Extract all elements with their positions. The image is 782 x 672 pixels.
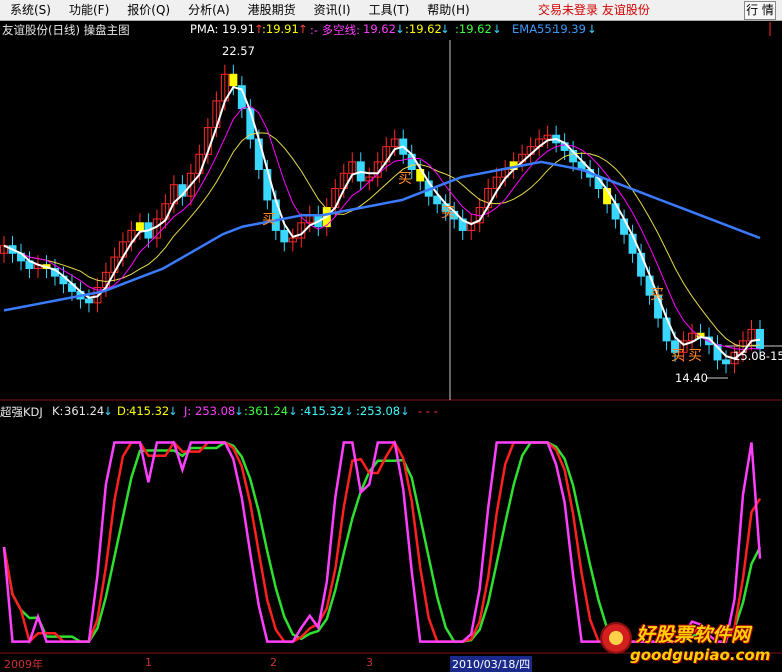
dk-value-2: :19.62: [405, 22, 442, 36]
buy-marker-5: 买: [671, 348, 685, 364]
kdj-j-arrow-2: ↓: [400, 404, 410, 418]
kdj-d-value-2: :415.32: [300, 404, 345, 418]
kdj-d-line: [2, 441, 762, 643]
date-label-cursor: 2010/03/18/四: [450, 656, 533, 672]
candle-body: [611, 203, 620, 220]
pma-label: PMA:: [190, 22, 219, 36]
buy-marker-4: 买: [650, 287, 664, 303]
last-price-label: 15.08-15: [733, 349, 782, 363]
date-label-2009: 2009年: [4, 658, 43, 671]
kdj-k-arrow-2: ↓: [288, 404, 298, 418]
high-price-label: 22.57: [222, 44, 255, 58]
ema-down-arrow: ↓: [587, 22, 597, 36]
kdj-j-label: J:: [184, 404, 192, 418]
kdj-k-label: K:: [52, 404, 64, 418]
dk-line: [3, 105, 761, 351]
candle-body: [280, 229, 289, 243]
kdj-k-value-2: :361.24: [244, 404, 289, 418]
low-price-label: 14.40: [675, 371, 708, 385]
candle-body: [135, 222, 144, 231]
main-chart-legend: 友谊股份(日线) 操盘主图 PMA: 19.91 ↑ :19.91 ↑ :- 多…: [0, 22, 782, 38]
ema-label: EMA55:: [512, 22, 556, 36]
dk-down-arrow-2: ↓: [440, 22, 450, 36]
buy-marker-6: 买: [688, 348, 702, 364]
kdj-j-arrow: ↓: [234, 404, 244, 418]
kdj-title: 超强KDJ: [0, 405, 43, 419]
candle-body: [84, 298, 93, 304]
date-label-mar: 3: [366, 656, 373, 669]
dk-label: :- 多空线:: [310, 23, 361, 37]
watermark-flower-icon: [600, 622, 632, 654]
candle-body: [263, 168, 272, 201]
kdj-d-value: 415.32: [129, 404, 170, 418]
kdj-d-label: D:: [117, 404, 130, 418]
buy-marker-2: 买: [398, 171, 412, 187]
buy-marker-1: 买: [262, 212, 276, 228]
kdj-j-value-2: :253.08: [356, 404, 401, 418]
watermark-title: 好股票软件网: [636, 624, 751, 646]
pma-value-2: :19.91: [262, 22, 299, 36]
pma-line: [3, 85, 761, 360]
kdj-k-value: 361.24: [64, 404, 105, 418]
pma-value: 19.91: [222, 22, 255, 36]
candle-body: [722, 359, 731, 365]
kdj-d-arrow: ↓: [168, 404, 178, 418]
dk-value: 19.62: [363, 22, 396, 36]
candle-body: [229, 73, 238, 87]
buy-marker-3: 买: [441, 205, 455, 221]
kdj-legend: 超强KDJ K: 361.24 ↓ D: 415.32 ↓ J: 253.08 …: [0, 404, 782, 420]
chart-canvas[interactable]: [0, 0, 782, 669]
date-label-jan: 1: [145, 656, 152, 669]
date-label-feb: 2: [270, 656, 277, 669]
candle-body: [254, 138, 263, 170]
kdj-j-value: 253.08: [195, 404, 236, 418]
candle-body: [620, 218, 629, 235]
ema-value: 19.39: [553, 22, 586, 36]
kdj-d-arrow-2: ↓: [344, 404, 354, 418]
watermark: 好股票软件网 goodgupiao.com: [596, 618, 782, 668]
dk-down-arrow-3: ↓: [492, 22, 502, 36]
dk-down-arrow: ↓: [395, 22, 405, 36]
watermark-url: goodgupiao.com: [630, 646, 771, 664]
kdj-k-arrow: ↓: [103, 404, 113, 418]
kdj-dashes: - - -: [418, 404, 438, 418]
dk-value-3: :19.62: [455, 22, 492, 36]
main-chart-title: 友谊股份(日线) 操盘主图: [2, 23, 130, 37]
pma-up-arrow-2: ↑: [298, 22, 308, 36]
